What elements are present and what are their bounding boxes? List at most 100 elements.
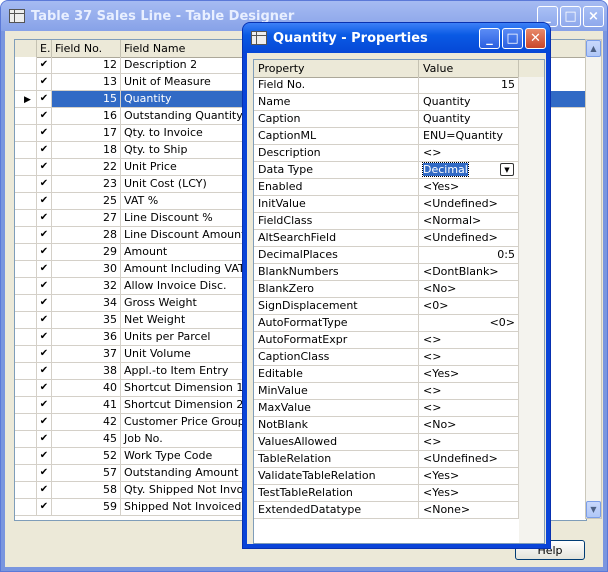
property-name-cell[interactable]: MaxValue — [254, 400, 419, 417]
field-no-cell[interactable]: 41 — [52, 397, 121, 414]
property-row[interactable]: NotBlank <No> — [254, 417, 544, 434]
enabled-checkmark[interactable]: ✔ — [37, 499, 52, 516]
row-selector[interactable] — [15, 431, 37, 448]
property-value-cell[interactable]: <Undefined> — [419, 451, 519, 468]
property-name-cell[interactable]: SignDisplacement — [254, 298, 419, 315]
property-name-cell[interactable]: Description — [254, 145, 419, 162]
scroll-down-button[interactable]: ▼ — [586, 501, 601, 518]
property-name-cell[interactable]: ExtendedDatatype — [254, 502, 419, 519]
row-selector[interactable] — [15, 193, 37, 210]
property-name-cell[interactable]: TestTableRelation — [254, 485, 419, 502]
property-row[interactable]: CaptionClass <> — [254, 349, 544, 366]
property-value-cell[interactable]: <> — [419, 400, 519, 417]
row-selector[interactable] — [15, 312, 37, 329]
enabled-checkmark[interactable]: ✔ — [37, 397, 52, 414]
row-selector[interactable] — [15, 295, 37, 312]
property-value-cell[interactable]: Quantity — [419, 94, 519, 111]
property-value-cell[interactable]: <Yes> — [419, 468, 519, 485]
enabled-checkmark[interactable]: ✔ — [37, 142, 52, 159]
property-name-cell[interactable]: Data Type — [254, 162, 419, 179]
field-name-cell[interactable]: Qty. to Ship — [121, 142, 261, 159]
property-value-cell[interactable]: <No> — [419, 417, 519, 434]
property-row[interactable]: ValidateTableRelation <Yes> — [254, 468, 544, 485]
property-name-cell[interactable]: NotBlank — [254, 417, 419, 434]
property-row[interactable]: Field No. 15 — [254, 77, 544, 94]
enabled-checkmark[interactable]: ✔ — [37, 482, 52, 499]
row-selector[interactable] — [15, 159, 37, 176]
property-row[interactable]: Description <> — [254, 145, 544, 162]
property-name-cell[interactable]: Enabled — [254, 179, 419, 196]
enabled-checkmark[interactable]: ✔ — [37, 91, 52, 108]
property-name-cell[interactable]: InitValue — [254, 196, 419, 213]
property-name-cell[interactable]: ValuesAllowed — [254, 434, 419, 451]
field-no-cell[interactable]: 16 — [52, 108, 121, 125]
property-value-cell[interactable]: <> — [419, 434, 519, 451]
property-row[interactable]: AutoFormatExpr <> — [254, 332, 544, 349]
enabled-checkmark[interactable]: ✔ — [37, 414, 52, 431]
row-selector[interactable] — [15, 397, 37, 414]
field-name-cell[interactable]: Work Type Code — [121, 448, 261, 465]
enabled-checkmark[interactable]: ✔ — [37, 465, 52, 482]
property-value-cell[interactable]: ENU=Quantity — [419, 128, 519, 145]
field-no-cell[interactable]: 29 — [52, 244, 121, 261]
field-name-cell[interactable]: Unit of Measure — [121, 74, 261, 91]
close-button[interactable]: × — [583, 6, 604, 27]
properties-titlebar[interactable]: Quantity - Properties _ □ ✕ — [243, 23, 550, 53]
enabled-checkmark[interactable]: ✔ — [37, 312, 52, 329]
property-row[interactable]: DecimalPlaces 0:5 — [254, 247, 544, 264]
field-no-cell[interactable]: 42 — [52, 414, 121, 431]
row-selector[interactable] — [15, 448, 37, 465]
property-row[interactable]: CaptionML ENU=Quantity — [254, 128, 544, 145]
row-selector[interactable] — [15, 176, 37, 193]
row-selector[interactable] — [15, 74, 37, 91]
header-enabled[interactable]: E. — [37, 40, 52, 57]
enabled-checkmark[interactable]: ✔ — [37, 346, 52, 363]
scroll-up-button[interactable]: ▲ — [586, 40, 601, 57]
enabled-checkmark[interactable]: ✔ — [37, 227, 52, 244]
enabled-checkmark[interactable]: ✔ — [37, 176, 52, 193]
property-name-cell[interactable]: CaptionML — [254, 128, 419, 145]
row-selector[interactable] — [15, 244, 37, 261]
property-value-cell[interactable]: <0> — [419, 315, 519, 332]
property-name-cell[interactable]: AutoFormatType — [254, 315, 419, 332]
property-value-cell[interactable]: <> — [419, 332, 519, 349]
property-name-cell[interactable]: BlankNumbers — [254, 264, 419, 281]
field-name-cell[interactable]: Appl.-to Item Entry — [121, 363, 261, 380]
property-value-cell[interactable]: 0:5 — [419, 247, 519, 264]
property-name-cell[interactable]: AutoFormatExpr — [254, 332, 419, 349]
enabled-checkmark[interactable]: ✔ — [37, 363, 52, 380]
enabled-checkmark[interactable]: ✔ — [37, 74, 52, 91]
field-name-cell[interactable]: Unit Cost (LCY) — [121, 176, 261, 193]
property-name-cell[interactable]: MinValue — [254, 383, 419, 400]
field-no-cell[interactable]: 38 — [52, 363, 121, 380]
field-no-cell[interactable]: 45 — [52, 431, 121, 448]
property-row[interactable]: BlankNumbers <DontBlank> — [254, 264, 544, 281]
properties-close-button[interactable]: ✕ — [525, 28, 546, 49]
property-row[interactable]: AutoFormatType <0> — [254, 315, 544, 332]
row-selector[interactable] — [15, 125, 37, 142]
field-name-cell[interactable]: Job No. — [121, 431, 261, 448]
field-no-cell[interactable]: 25 — [52, 193, 121, 210]
properties-maximize-button[interactable]: □ — [502, 28, 523, 49]
property-name-cell[interactable]: DecimalPlaces — [254, 247, 419, 264]
property-value-cell[interactable]: <None> — [419, 502, 519, 519]
field-no-cell[interactable]: 15 — [52, 91, 121, 108]
field-name-cell[interactable]: Line Discount Amount — [121, 227, 261, 244]
row-selector[interactable] — [15, 108, 37, 125]
property-value-cell[interactable]: <> — [419, 383, 519, 400]
property-row[interactable]: Enabled <Yes> — [254, 179, 544, 196]
row-selector[interactable] — [15, 227, 37, 244]
property-value-cell[interactable]: <Yes> — [419, 366, 519, 383]
field-name-cell[interactable]: VAT % — [121, 193, 261, 210]
designer-vertical-scrollbar[interactable]: ▲ ▼ — [585, 39, 602, 519]
header-field-no[interactable]: Field No. — [52, 40, 121, 57]
field-no-cell[interactable]: 36 — [52, 329, 121, 346]
property-row[interactable]: FieldClass <Normal> — [254, 213, 544, 230]
enabled-checkmark[interactable]: ✔ — [37, 261, 52, 278]
enabled-checkmark[interactable]: ✔ — [37, 448, 52, 465]
field-name-cell[interactable]: Net Weight — [121, 312, 261, 329]
field-name-cell[interactable]: Customer Price Group — [121, 414, 261, 431]
property-row[interactable]: Name Quantity — [254, 94, 544, 111]
property-name-cell[interactable]: CaptionClass — [254, 349, 419, 366]
property-row[interactable]: ExtendedDatatype <None> — [254, 502, 544, 519]
